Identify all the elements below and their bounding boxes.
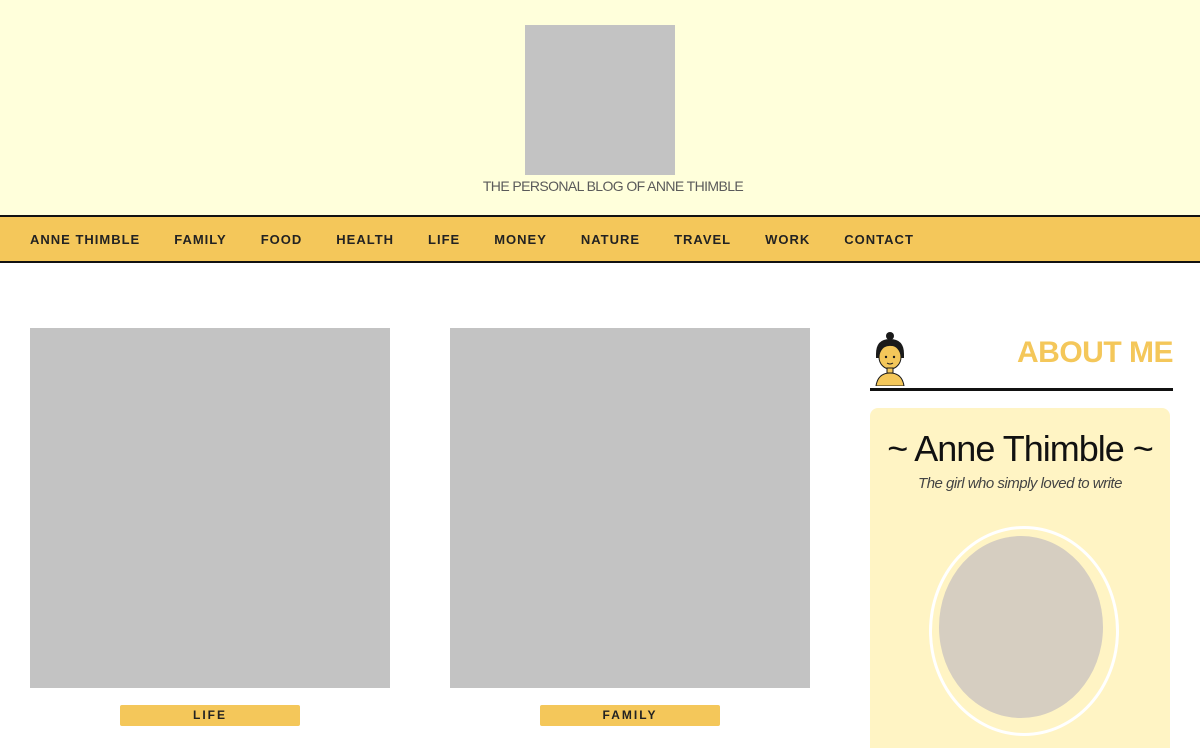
- about-widget-header: ABOUT ME: [870, 326, 1174, 391]
- post-card: FAMILY: [450, 328, 810, 726]
- nav-item-contact[interactable]: CONTACT: [844, 232, 914, 247]
- site-tagline: THE PERSONAL BLOG OF ANNE THIMBLE: [482, 178, 744, 194]
- nav-item-nature[interactable]: NATURE: [581, 232, 640, 247]
- nav-item-life[interactable]: LIFE: [428, 232, 460, 247]
- nav-item-anne-thimble[interactable]: ANNE THIMBLE: [30, 232, 140, 247]
- nav-item-health[interactable]: HEALTH: [336, 232, 394, 247]
- portrait-frame: [929, 526, 1119, 736]
- post-category-badge[interactable]: FAMILY: [540, 705, 720, 726]
- nav-item-family[interactable]: FAMILY: [174, 232, 226, 247]
- sidebar: ABOUT ME ~ Anne Thimble ~ The girl who s…: [870, 326, 1174, 748]
- nav-list: ANNE THIMBLE FAMILY FOOD HEALTH LIFE MON…: [30, 217, 948, 261]
- about-card: ~ Anne Thimble ~ The girl who simply lov…: [870, 408, 1170, 748]
- author-name: ~ Anne Thimble ~: [887, 428, 1154, 469]
- nav-item-food[interactable]: FOOD: [261, 232, 303, 247]
- author-portrait: [939, 536, 1103, 718]
- main-nav: ANNE THIMBLE FAMILY FOOD HEALTH LIFE MON…: [0, 215, 1200, 263]
- girl-avatar-icon: [875, 332, 905, 386]
- post-thumbnail[interactable]: [450, 328, 810, 688]
- author-subtitle: The girl who simply loved to write: [918, 475, 1122, 492]
- nav-item-work[interactable]: WORK: [765, 232, 810, 247]
- about-title: ABOUT ME: [1017, 336, 1174, 369]
- nav-item-travel[interactable]: TRAVEL: [674, 232, 731, 247]
- site-logo[interactable]: [525, 25, 675, 175]
- post-category-badge[interactable]: LIFE: [120, 705, 300, 726]
- site-header: THE PERSONAL BLOG OF ANNE THIMBLE: [0, 0, 1200, 215]
- post-thumbnail[interactable]: [30, 328, 390, 688]
- post-card: LIFE: [30, 328, 390, 726]
- nav-item-money[interactable]: MONEY: [494, 232, 547, 247]
